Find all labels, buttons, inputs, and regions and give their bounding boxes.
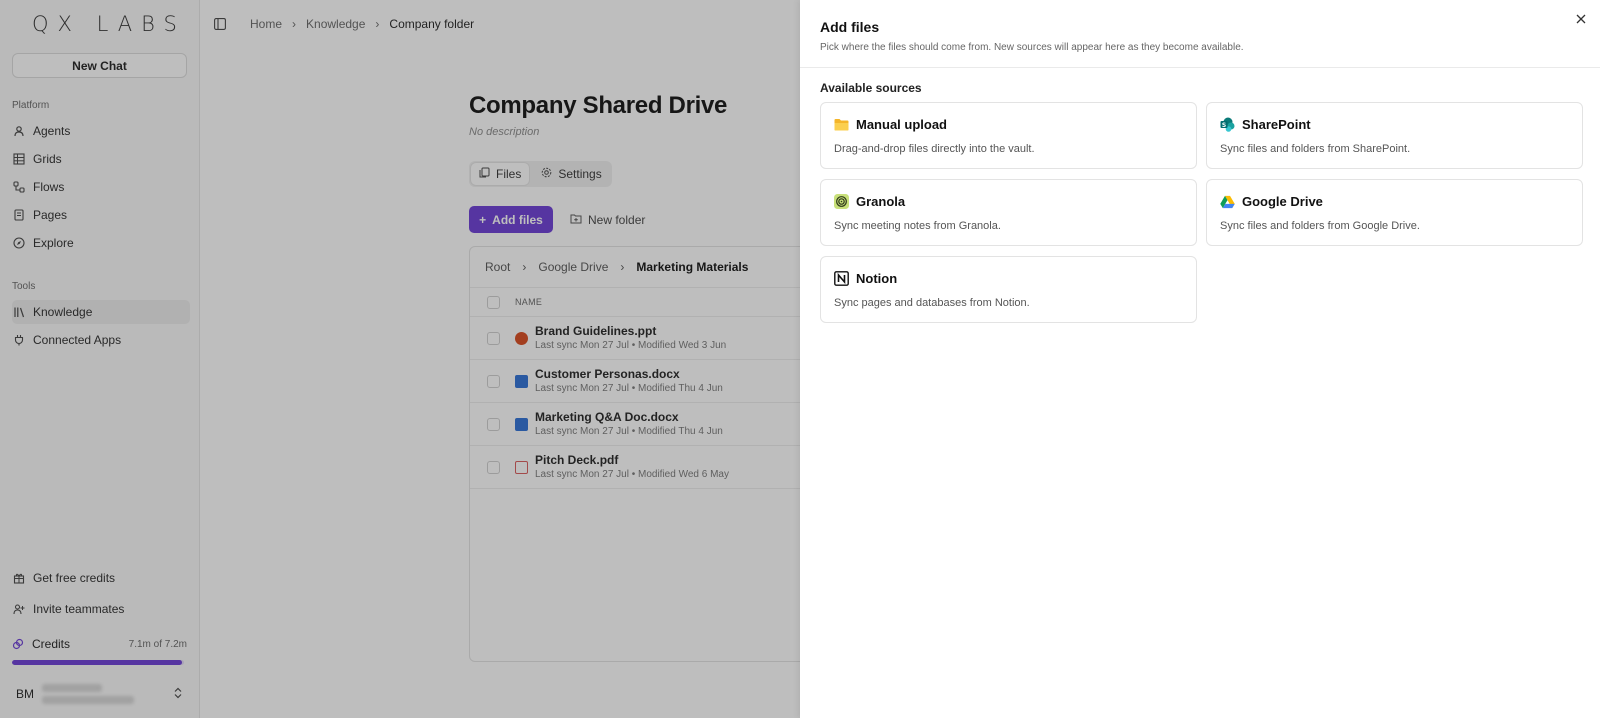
source-description: Sync files and folders from SharePoint. bbox=[1220, 143, 1411, 155]
drawer-subtitle: Pick where the files should come from. N… bbox=[820, 42, 1244, 53]
source-description: Sync meeting notes from Granola. bbox=[834, 220, 1001, 232]
source-name: SharePoint bbox=[1242, 117, 1311, 132]
source-description: Sync files and folders from Google Drive… bbox=[1220, 220, 1420, 232]
add-files-drawer: Add files Pick where the files should co… bbox=[800, 0, 1600, 718]
drawer-title: Add files bbox=[820, 19, 880, 35]
close-icon bbox=[1576, 11, 1586, 27]
divider bbox=[800, 67, 1600, 68]
available-sources-heading: Available sources bbox=[820, 81, 922, 95]
granola-icon bbox=[834, 194, 849, 209]
sharepoint-icon: S bbox=[1220, 117, 1235, 132]
modal-backdrop[interactable] bbox=[0, 0, 800, 718]
source-description: Drag-and-drop files directly into the va… bbox=[834, 143, 1035, 155]
close-button[interactable] bbox=[1574, 12, 1588, 26]
source-name: Notion bbox=[856, 271, 898, 286]
folder-icon bbox=[834, 117, 849, 132]
source-description: Sync pages and databases from Notion. bbox=[834, 297, 1030, 309]
google-drive-icon bbox=[1220, 194, 1235, 209]
source-manual-upload[interactable]: Manual upload Drag-and-drop files direct… bbox=[820, 102, 1197, 169]
source-name: Granola bbox=[856, 194, 906, 209]
source-name: Manual upload bbox=[856, 117, 947, 132]
notion-icon bbox=[834, 271, 849, 286]
source-notion[interactable]: Notion Sync pages and databases from Not… bbox=[820, 256, 1197, 323]
source-granola[interactable]: Granola Sync meeting notes from Granola. bbox=[820, 179, 1197, 246]
source-sharepoint[interactable]: S SharePoint Sync files and folders from… bbox=[1206, 102, 1583, 169]
source-google-drive[interactable]: Google Drive Sync files and folders from… bbox=[1206, 179, 1583, 246]
svg-text:S: S bbox=[1222, 122, 1226, 129]
source-name: Google Drive bbox=[1242, 194, 1323, 209]
